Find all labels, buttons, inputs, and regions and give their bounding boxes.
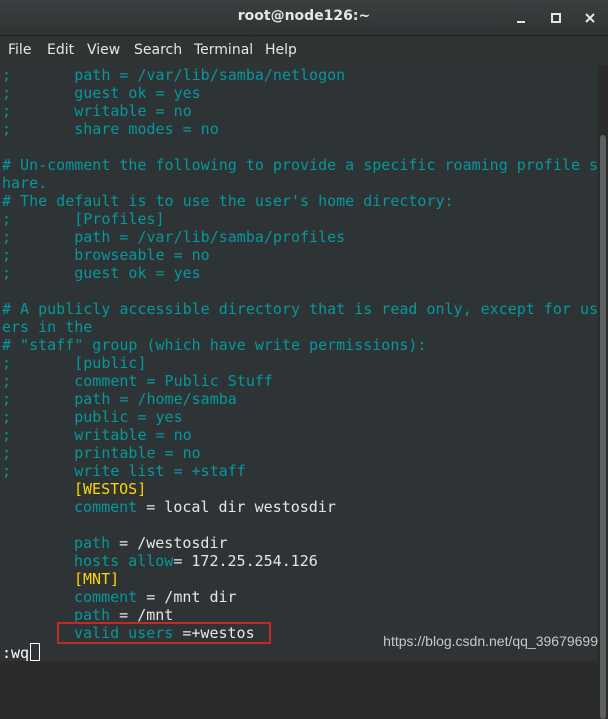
mnt-comment-line: comment = /mnt dir [74,588,237,606]
terminal-line: # A publicly accessible directory that i… [2,300,598,318]
menu-help[interactable]: Help [265,42,297,58]
terminal-line: # Un-comment the following to provide a … [2,156,598,174]
menu-search[interactable]: Search [134,42,182,58]
westos-hosts-line: hosts allow= 172.25.254.126 [74,552,318,570]
terminal-line: hare. [2,174,48,192]
menu-view[interactable]: View [87,42,120,58]
westos-comment-line: comment = local dir westosdir [74,498,336,516]
terminal-line: ers in the [2,318,93,336]
highlight-box [57,622,271,644]
westos-path-line: path = /westosdir [74,534,228,552]
mnt-section-header: [MNT] [74,570,119,588]
westos-section-header: [WESTOS] [74,480,146,498]
westos-hosts-value: = 172.25.254.126 [173,552,318,570]
close-icon[interactable] [578,6,602,30]
mnt-comment-value: = /mnt dir [137,588,237,606]
window-titlebar: root@node126:~ [0,0,608,36]
cursor [30,643,41,661]
terminal-line: ; guest ok = yes [2,84,201,102]
terminal-line: ; write list = +staff [2,462,246,480]
westos-path-key: path [74,534,111,552]
vim-command-line[interactable]: :wq [2,643,41,661]
terminal-line: ; path = /home/samba [2,390,237,408]
maximize-icon[interactable] [544,6,568,30]
westos-comment-key: comment [74,498,138,516]
scrollbar-thumb[interactable] [600,135,606,719]
terminal-line: ; [Profiles] [2,210,165,228]
westos-hosts-key: hosts allow [74,552,174,570]
terminal-line: ; path = /var/lib/samba/netlogon [2,66,346,84]
terminal-line: ; writable = no [2,426,192,444]
command-text: :wq [2,644,30,661]
terminal-line: ; path = /var/lib/samba/profiles [2,228,346,246]
terminal-line: ; [public] [2,354,147,372]
westos-path-value: = /westosdir [110,534,228,552]
terminal-line: ; guest ok = yes [2,264,201,282]
terminal-line: ; share modes = no [2,120,219,138]
menubar: File Edit View Search Terminal Help [0,37,608,65]
westos-header-text: [WESTOS] [74,480,147,498]
mnt-header-text: [MNT] [74,570,120,588]
terminal-line: ; public = yes [2,408,183,426]
watermark: https://blog.csdn.net/qq_39679699 [383,633,598,649]
westos-comment-value: = local dir westosdir [137,498,336,516]
terminal-view[interactable]: ; path = /var/lib/samba/netlogon ; guest… [0,65,598,661]
terminal-line: ; writable = no [2,102,192,120]
menu-terminal[interactable]: Terminal [194,42,253,58]
minimize-icon[interactable] [509,6,533,30]
scrollbar[interactable] [598,65,608,719]
menu-file[interactable]: File [8,42,31,58]
terminal-line: # The default is to use the user's home … [2,192,454,210]
terminal-line: ; comment = Public Stuff [2,372,273,390]
terminal-line: ; printable = no [2,444,201,462]
menu-edit[interactable]: Edit [47,42,74,58]
terminal-line: ; browseable = no [2,246,210,264]
terminal-line: # "staff" group (which have write permis… [2,336,427,354]
mnt-comment-key: comment [74,588,138,606]
